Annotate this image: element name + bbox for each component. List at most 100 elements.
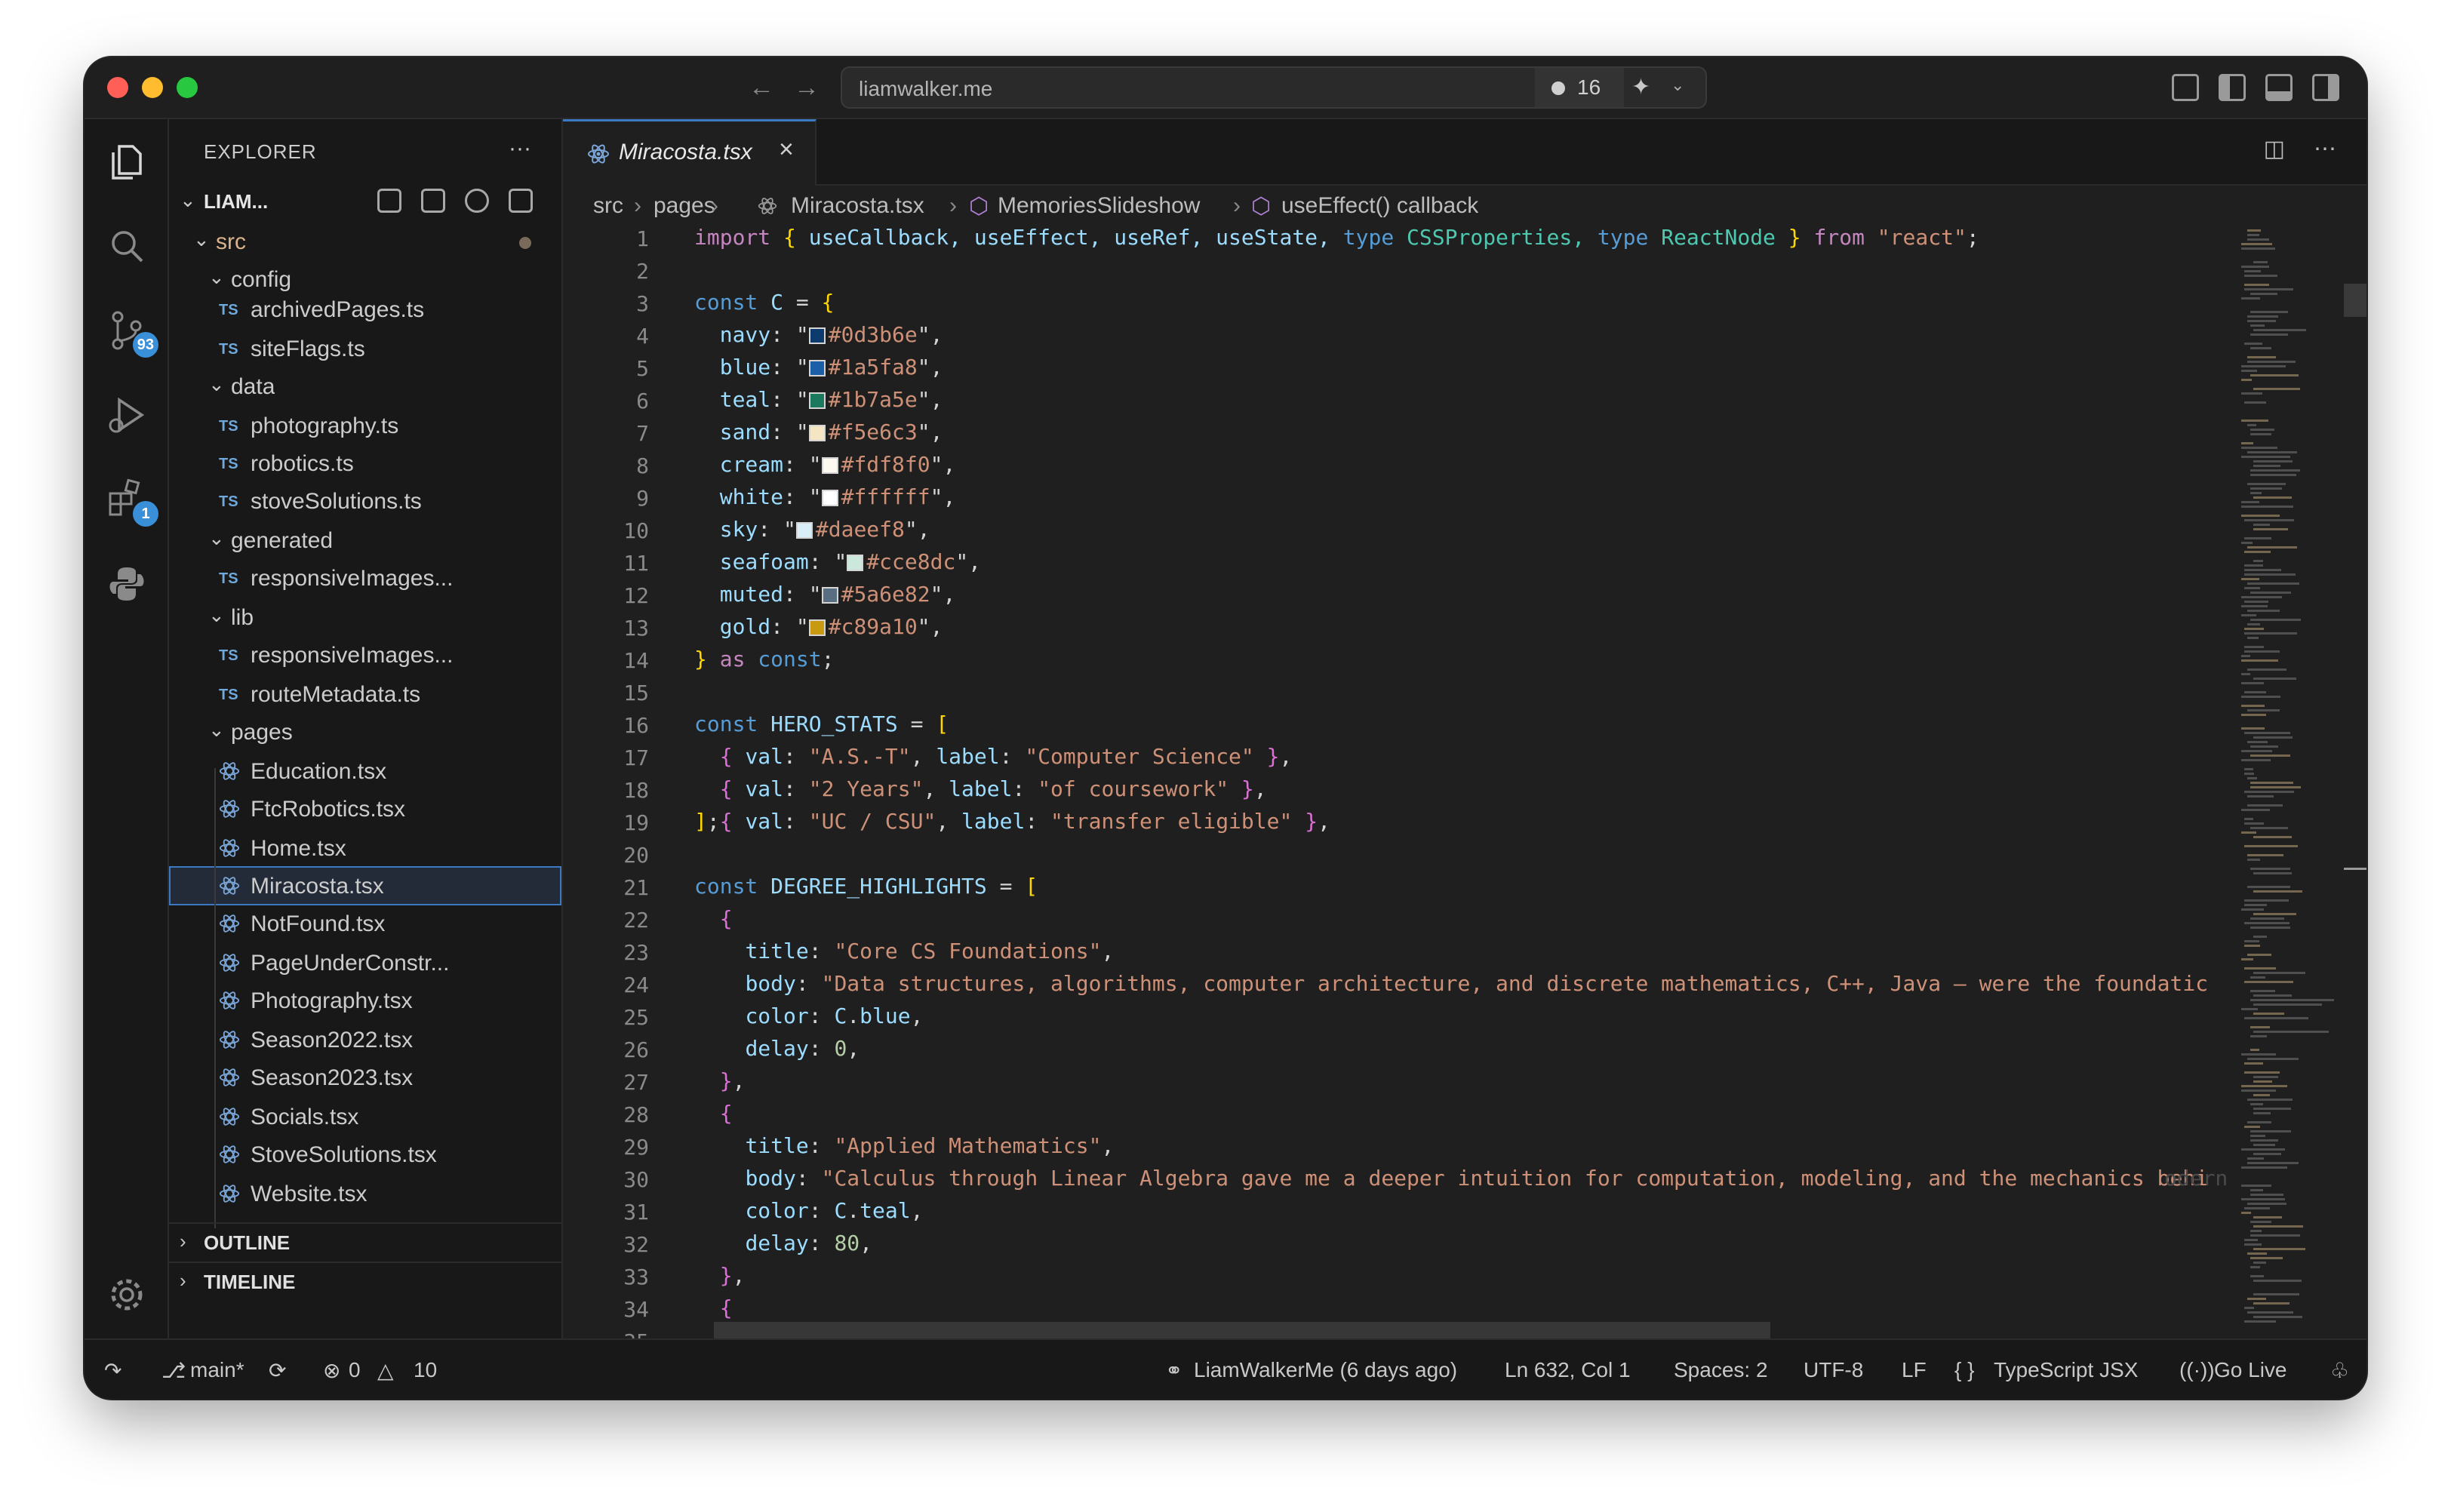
horizontal-scrollbar[interactable] <box>714 1322 1770 1338</box>
tree-item[interactable]: TS siteFlags.ts <box>169 329 561 368</box>
forward-arrow-icon[interactable]: → <box>794 71 820 104</box>
timeline-section[interactable]: › TIMELINE <box>169 1262 561 1301</box>
color-swatch[interactable] <box>821 490 838 506</box>
command-center-text: liamwalker.me <box>859 77 993 100</box>
typescript-file-icon: TS <box>219 302 238 318</box>
tree-item[interactable]: ⌄ data <box>169 367 561 406</box>
git-branch-icon[interactable]: ⎇ <box>161 1358 186 1383</box>
breadcrumb-component[interactable]: MemoriesSlideshow <box>998 193 1200 219</box>
sync-icon[interactable]: ⟳ <box>269 1358 286 1383</box>
copilot-icon[interactable]: ✦ <box>1631 74 1650 100</box>
chevron-down-icon: ⌄ <box>208 266 225 288</box>
workspace-root[interactable]: ⌄ LIAM... <box>169 183 561 222</box>
color-swatch[interactable] <box>847 555 864 571</box>
command-center-search[interactable]: liamwalker.me 16 ✦ ⌄ <box>841 66 1707 109</box>
code-editor[interactable]: 1 2 3 4 5 6 7 8 9 10 11 12 13 14 15 16 17 18 19 20 21 22 23 24 2… <box>563 225 2238 1338</box>
tab-miracosta[interactable]: Miracosta.tsx × <box>563 119 816 186</box>
warning-count[interactable]: 10 <box>414 1358 437 1382</box>
tree-item[interactable]: PageUnderConstr... <box>169 943 561 982</box>
settings-gear-icon[interactable] <box>106 1274 148 1316</box>
color-swatch[interactable] <box>821 587 838 604</box>
more-actions-icon[interactable]: ⋯ <box>2314 136 2336 162</box>
go-live-button[interactable]: Go Live <box>2214 1358 2287 1382</box>
encoding[interactable]: UTF-8 <box>1804 1358 1863 1382</box>
color-swatch[interactable] <box>808 327 826 344</box>
indentation[interactable]: Spaces: 2 <box>1674 1358 1768 1382</box>
notification-badge[interactable]: 16 <box>1535 68 1624 107</box>
color-swatch[interactable] <box>821 457 838 474</box>
tree-item[interactable]: ⌄ lib <box>169 598 561 637</box>
chevron-down-icon: ⌄ <box>208 718 225 741</box>
tree-item[interactable]: Website.tsx <box>169 1174 561 1213</box>
tree-item[interactable]: TS photography.ts <box>169 406 561 445</box>
run-debug-icon[interactable] <box>106 394 148 436</box>
warning-icon[interactable]: △ <box>377 1358 394 1383</box>
tree-item[interactable]: Season2023.tsx <box>169 1058 561 1097</box>
toggle-panel-icon[interactable] <box>2265 74 2293 101</box>
tree-item[interactable]: ⌄ generated <box>169 521 561 560</box>
extensions-icon[interactable]: 1 <box>106 478 158 527</box>
minimap[interactable] <box>2238 225 2366 1338</box>
bell-icon[interactable]: ♧ <box>2330 1358 2349 1383</box>
tree-item[interactable]: Season2022.tsx <box>169 1020 561 1059</box>
tree-item[interactable]: FtcRobotics.tsx <box>169 789 561 828</box>
breadcrumb-src[interactable]: src <box>593 193 623 219</box>
toggle-secondary-sidebar-icon[interactable] <box>2312 74 2339 101</box>
color-swatch[interactable] <box>808 619 826 636</box>
error-count[interactable]: 0 <box>349 1358 361 1382</box>
chevron-down-icon[interactable]: ⌄ <box>1671 75 1684 95</box>
breadcrumb-callback[interactable]: useEffect() callback <box>1281 193 1478 219</box>
tree-item[interactable]: Education.tsx <box>169 751 561 791</box>
color-swatch[interactable] <box>808 360 826 376</box>
customize-layout-icon[interactable] <box>2172 74 2199 101</box>
color-swatch[interactable] <box>808 425 826 441</box>
language-mode[interactable]: TypeScript JSX <box>1994 1358 2138 1382</box>
tree-item[interactable]: TS robotics.ts <box>169 444 561 483</box>
tree-item[interactable]: TS responsiveImages... <box>169 558 561 598</box>
back-arrow-icon[interactable]: ← <box>749 71 774 104</box>
tree-item[interactable]: TS routeMetadata.ts <box>169 675 561 714</box>
color-swatch[interactable] <box>808 392 826 409</box>
error-icon[interactable]: ⊗ <box>323 1358 340 1383</box>
source-control-icon[interactable]: 93 <box>106 309 158 358</box>
more-actions-icon[interactable]: ··· <box>509 136 531 161</box>
chevron-right-icon: › <box>949 193 957 218</box>
tree-item[interactable]: Socials.tsx <box>169 1097 561 1136</box>
tree-item[interactable]: Photography.tsx <box>169 981 561 1020</box>
explorer-icon[interactable] <box>106 140 148 183</box>
vertical-scrollbar-thumb[interactable] <box>2344 284 2366 317</box>
tree-item[interactable]: TS archivedPages.ts <box>169 290 561 329</box>
end-of-line[interactable]: LF <box>1902 1358 1927 1382</box>
tree-item[interactable]: Home.tsx <box>169 828 561 868</box>
typescript-file-icon: TS <box>219 570 238 587</box>
remote-icon[interactable]: ↷ <box>104 1358 121 1383</box>
refresh-icon[interactable] <box>465 189 489 213</box>
close-icon[interactable]: × <box>779 135 794 164</box>
search-icon[interactable] <box>106 225 148 267</box>
toggle-primary-sidebar-icon[interactable] <box>2219 74 2246 101</box>
breadcrumb-file[interactable]: Miracosta.tsx <box>791 193 924 219</box>
new-file-icon[interactable] <box>377 189 401 213</box>
cursor-position[interactable]: Ln 632, Col 1 <box>1505 1358 1631 1382</box>
split-editor-icon[interactable]: ◫ <box>2264 136 2285 162</box>
tree-item[interactable]: ⌄ src <box>169 222 561 261</box>
git-branch-label[interactable]: main* <box>190 1358 244 1382</box>
tree-item[interactable]: TS responsiveImages... <box>169 635 561 675</box>
git-blame[interactable]: LiamWalkerMe (6 days ago) <box>1194 1358 1457 1382</box>
color-swatch[interactable] <box>795 522 813 539</box>
new-folder-icon[interactable] <box>421 189 445 213</box>
tree-item-label: Photography.tsx <box>251 988 413 1013</box>
tree-item[interactable]: Miracosta.tsx <box>169 866 561 905</box>
close-window-button[interactable] <box>107 77 128 98</box>
python-icon[interactable] <box>106 563 148 605</box>
tree-item[interactable]: TS stoveSolutions.ts <box>169 481 561 521</box>
tree-item[interactable]: NotFound.tsx <box>169 904 561 943</box>
collapse-all-icon[interactable] <box>509 189 533 213</box>
zoom-window-button[interactable] <box>177 77 198 98</box>
tree-item[interactable]: StoveSolutions.tsx <box>169 1135 561 1174</box>
tree-item[interactable]: ⌄ pages <box>169 712 561 751</box>
braces-icon: { } <box>1954 1358 1975 1381</box>
outline-section[interactable]: › OUTLINE <box>169 1222 561 1262</box>
minimize-window-button[interactable] <box>142 77 163 98</box>
breadcrumb-pages[interactable]: pages <box>653 193 715 219</box>
